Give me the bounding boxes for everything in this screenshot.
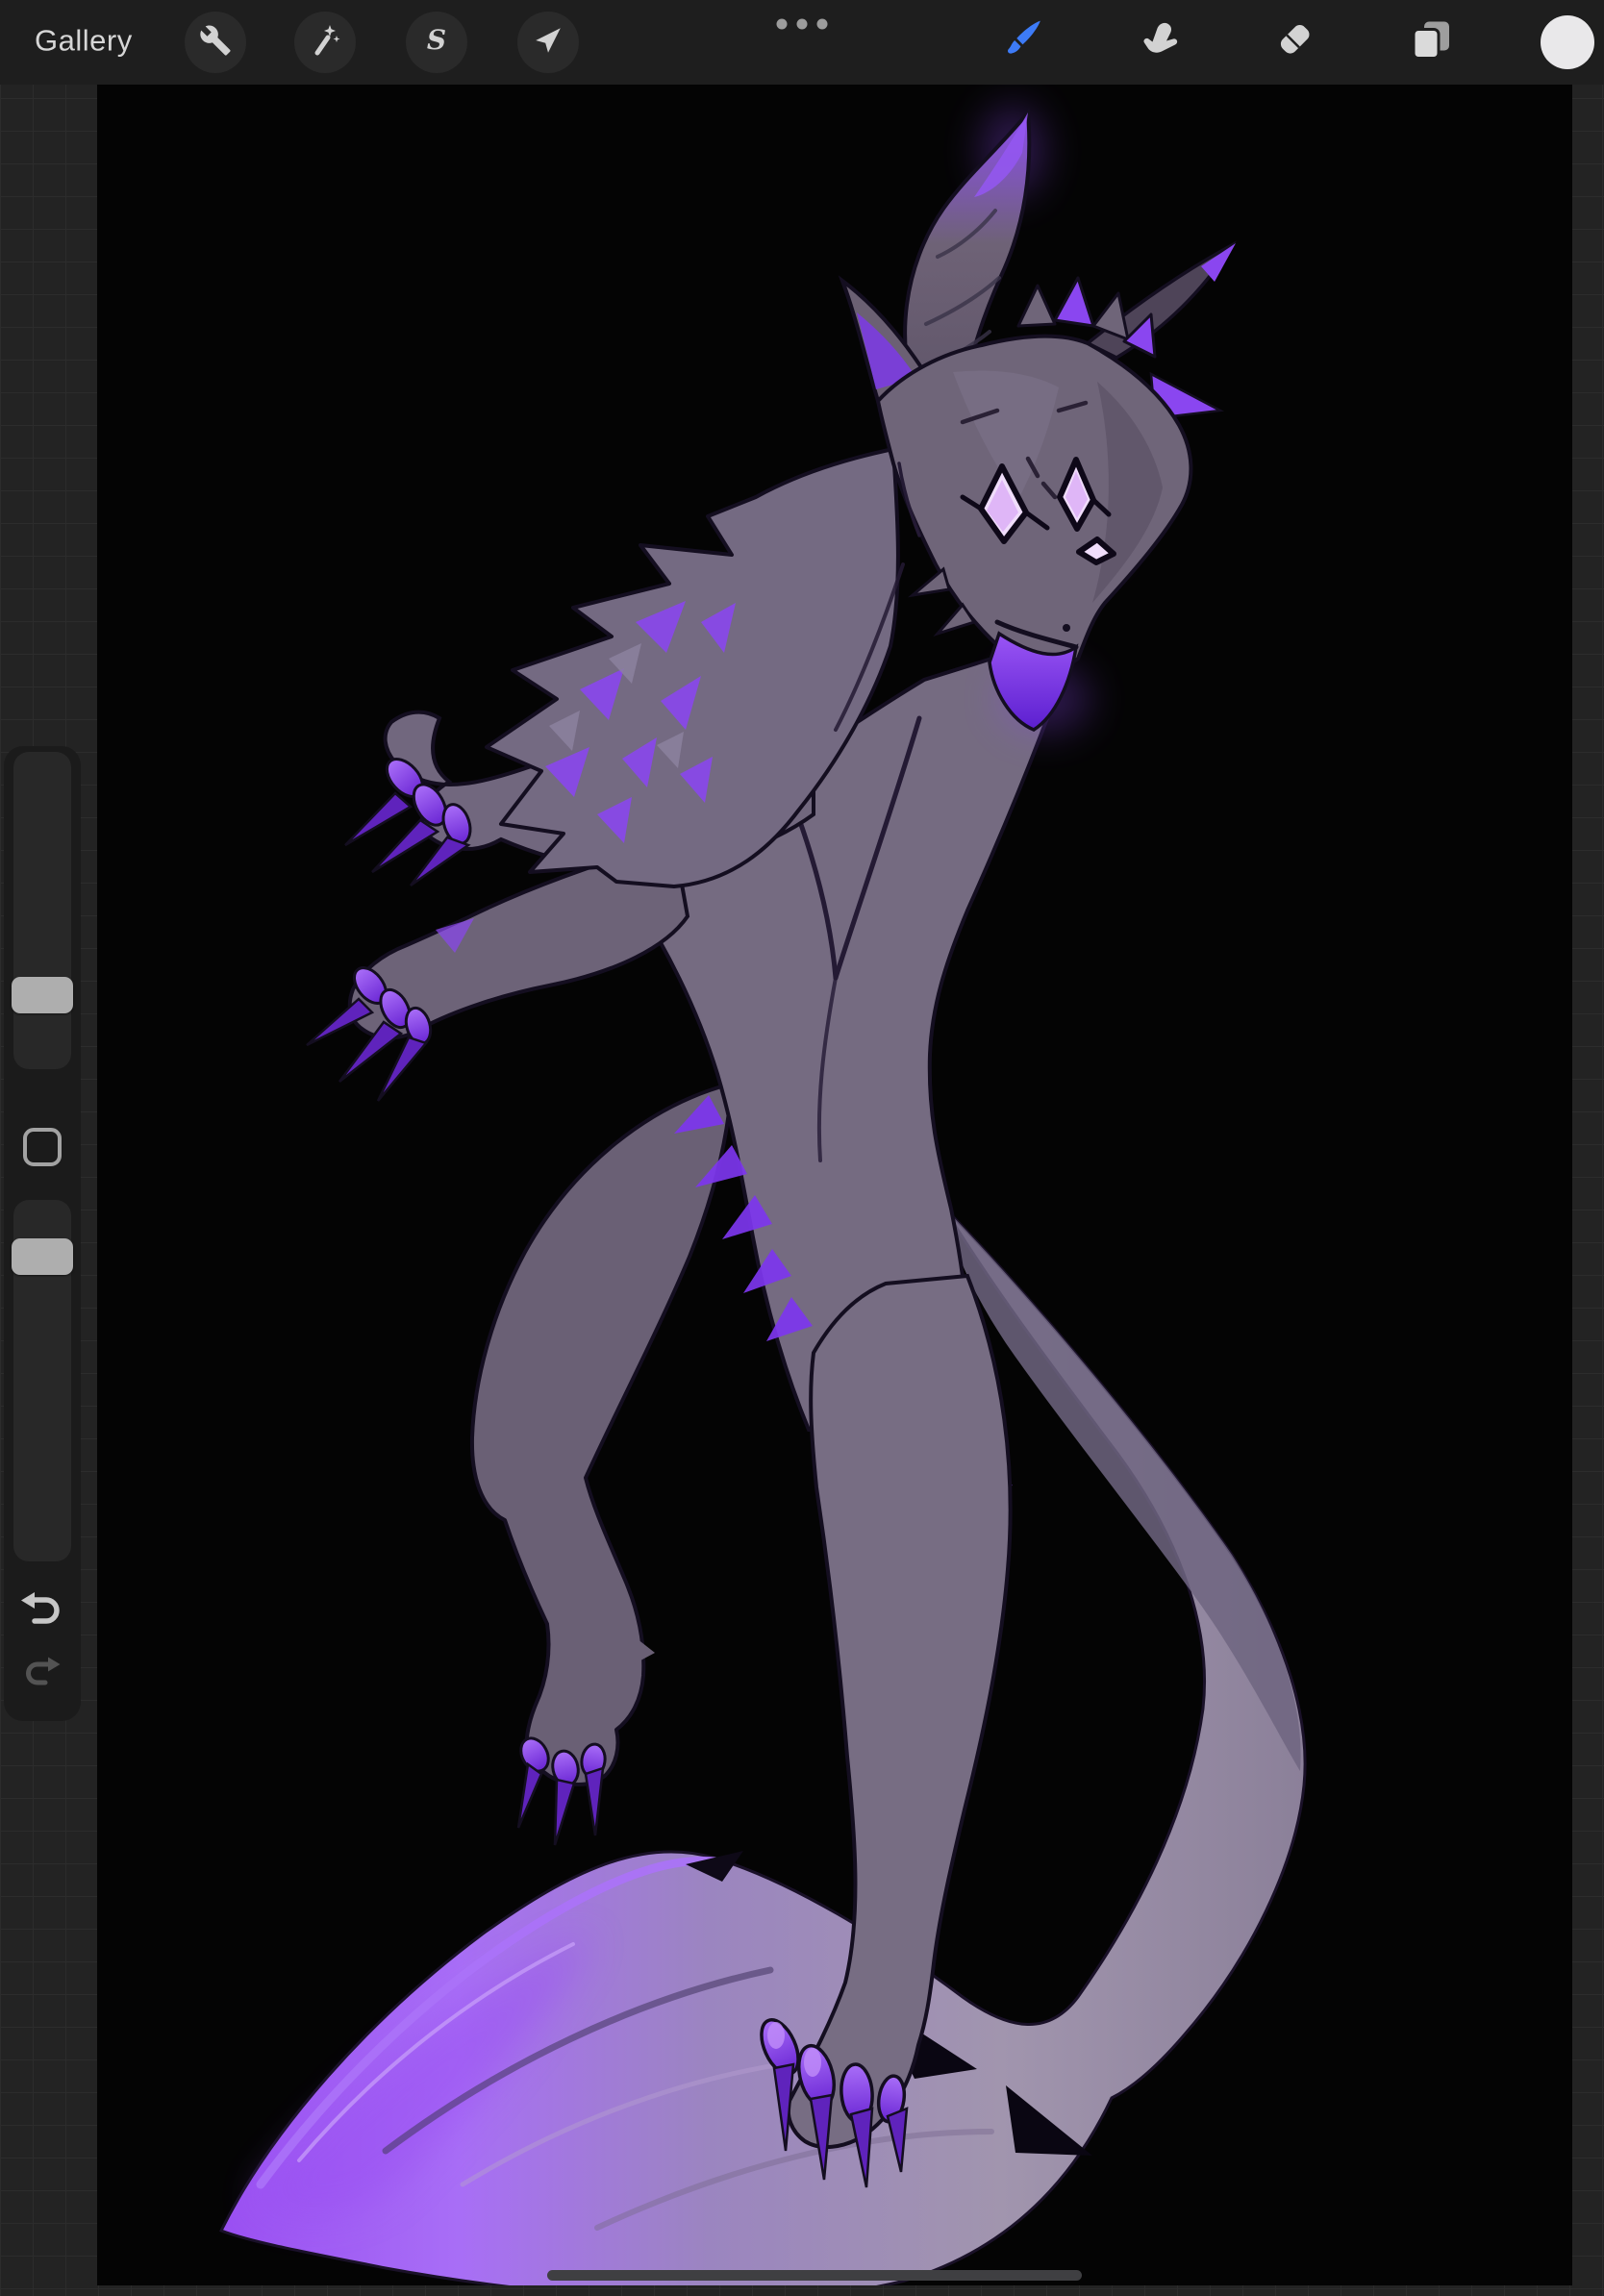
artwork-creature-painting: [97, 84, 1572, 2285]
s-curve-icon: S: [420, 24, 453, 62]
svg-text:S: S: [427, 24, 446, 56]
brush-sidebar: [4, 746, 81, 1721]
adjustments-button[interactable]: [294, 12, 356, 73]
smudge-finger-icon: [1136, 18, 1180, 67]
three-dots-icon: [817, 19, 828, 30]
actions-button[interactable]: [185, 12, 246, 73]
color-swatch-circle: [1541, 15, 1594, 69]
transform-button[interactable]: [517, 12, 579, 73]
move-arrow-icon: [533, 25, 564, 61]
procreate-screen: Gallery S: [0, 0, 1604, 2296]
opacity-handle[interactable]: [12, 1238, 73, 1275]
top-toolbar: Gallery S: [0, 0, 1604, 85]
selection-button[interactable]: S: [406, 12, 467, 73]
gallery-button[interactable]: Gallery: [35, 24, 133, 59]
home-indicator[interactable]: [547, 2270, 1082, 2281]
canvas-options-button[interactable]: [777, 19, 828, 30]
undo-button[interactable]: [18, 1590, 66, 1631]
brush-size-handle[interactable]: [12, 977, 73, 1013]
three-dots-icon: [777, 19, 788, 30]
paintbrush-icon: [998, 17, 1044, 68]
magic-wand-icon: [309, 24, 341, 62]
brush-size-slider[interactable]: [13, 752, 71, 1069]
redo-icon: [22, 1678, 63, 1694]
three-dots-icon: [797, 19, 808, 30]
paint-tool-button[interactable]: [998, 17, 1044, 68]
eraser-icon: [1272, 18, 1316, 67]
drawing-canvas[interactable]: [97, 84, 1572, 2285]
wrench-icon: [199, 24, 232, 62]
layers-icon: [1409, 18, 1453, 67]
undo-icon: [18, 1618, 66, 1635]
layers-button[interactable]: [1409, 18, 1453, 67]
smudge-tool-button[interactable]: [1136, 18, 1180, 67]
color-button[interactable]: [1541, 15, 1594, 69]
modify-button[interactable]: [23, 1128, 62, 1166]
redo-button[interactable]: [22, 1656, 63, 1690]
erase-tool-button[interactable]: [1272, 18, 1316, 67]
